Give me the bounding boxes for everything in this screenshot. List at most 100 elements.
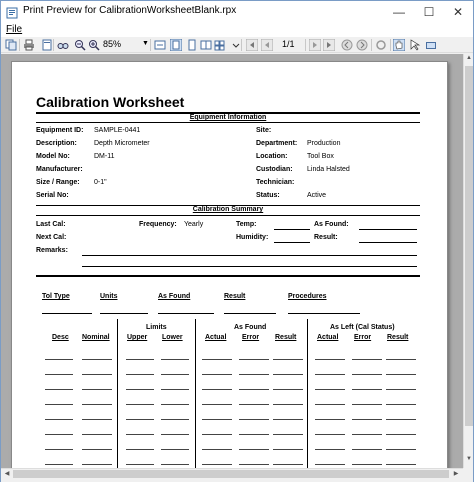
- maximize-button[interactable]: ☐: [414, 1, 444, 23]
- field-label: Equipment ID:: [36, 127, 84, 134]
- minimize-button[interactable]: —: [384, 1, 414, 23]
- column-header: Upper: [127, 334, 148, 341]
- entry-line: [161, 434, 189, 435]
- menu-file[interactable]: File: [6, 24, 22, 35]
- entry-line: [315, 434, 345, 435]
- zoom-out-icon[interactable]: [74, 39, 86, 51]
- entry-line: [202, 464, 232, 465]
- column-header: Tol Type: [42, 293, 70, 300]
- entry-line: [315, 389, 345, 390]
- remarks-label: Remarks:: [36, 247, 68, 254]
- entry-line: [239, 434, 269, 435]
- fit-page-icon[interactable]: [170, 39, 182, 51]
- entry-line: [288, 313, 360, 314]
- column-header: Units: [100, 293, 118, 300]
- entry-line: [273, 464, 303, 465]
- entry-line: [239, 419, 269, 420]
- copy-icon[interactable]: [5, 39, 17, 51]
- full-width-icon[interactable]: [154, 39, 166, 51]
- scroll-up-icon[interactable]: ▲: [465, 55, 473, 65]
- entry-line: [239, 449, 269, 450]
- entry-line: [386, 404, 416, 405]
- field-value: DM-11: [94, 153, 115, 160]
- preview-area: Calibration Worksheet Equipment Informat…: [1, 54, 463, 468]
- vertical-scroll-thumb[interactable]: [465, 66, 473, 426]
- page-setup-icon[interactable]: [41, 39, 53, 51]
- horizontal-scrollbar[interactable]: ◀ ▶: [1, 468, 463, 478]
- entry-line: [126, 419, 154, 420]
- entry-line: [315, 464, 345, 465]
- entry-line: [45, 404, 73, 405]
- field-label: Description:: [36, 140, 77, 147]
- single-page-icon[interactable]: [186, 39, 198, 51]
- entry-line: [202, 374, 232, 375]
- entry-line: [239, 404, 269, 405]
- entry-line: [161, 389, 189, 390]
- entry-line: [45, 359, 73, 360]
- field-value: SAMPLE-0441: [94, 127, 141, 134]
- entry-line: [352, 404, 382, 405]
- next-page-icon[interactable]: [309, 39, 321, 51]
- entry-line: [352, 374, 382, 375]
- entry-line: [386, 449, 416, 450]
- horizontal-scroll-thumb[interactable]: [13, 470, 449, 478]
- entry-line: [126, 434, 154, 435]
- last-page-icon[interactable]: [323, 39, 335, 51]
- entry-line: [352, 359, 382, 360]
- back-icon[interactable]: [341, 39, 353, 51]
- column-header: Lower: [162, 334, 183, 341]
- entry-line: [386, 434, 416, 435]
- multi-page-icon[interactable]: [200, 39, 212, 51]
- vertical-scrollbar[interactable]: ▲ ▼: [463, 54, 473, 468]
- field-value: Tool Box: [307, 153, 334, 160]
- find-icon[interactable]: [57, 39, 69, 51]
- entry-line: [161, 449, 189, 450]
- print-icon[interactable]: [23, 39, 35, 51]
- close-button[interactable]: ✕: [443, 1, 473, 23]
- scroll-down-icon[interactable]: ▼: [465, 456, 473, 466]
- field-label: Size / Range:: [36, 179, 80, 186]
- forward-icon[interactable]: [356, 39, 368, 51]
- page-indicator[interactable]: 1/1: [282, 39, 295, 49]
- column-header: Actual: [205, 334, 227, 341]
- entry-line: [161, 404, 189, 405]
- entry-line: [202, 359, 232, 360]
- entry-line: [386, 419, 416, 420]
- prev-page-icon[interactable]: [261, 39, 273, 51]
- entry-line: [126, 374, 154, 375]
- zoom-in-icon[interactable]: [88, 39, 100, 51]
- toolbar: [1, 37, 473, 53]
- entry-line: [158, 313, 214, 314]
- selection-tool-icon[interactable]: [409, 39, 421, 51]
- entry-line: [45, 419, 73, 420]
- frequency-label: Frequency:: [139, 221, 177, 228]
- entry-line: [315, 404, 345, 405]
- hand-tool-icon[interactable]: [393, 39, 405, 51]
- chevron-down-icon[interactable]: [230, 39, 240, 51]
- report-page: Calibration Worksheet Equipment Informat…: [11, 61, 448, 468]
- column-divider: [117, 319, 118, 468]
- zoom-combo[interactable]: 85%: [103, 39, 121, 49]
- entry-line: [273, 449, 303, 450]
- export-icon[interactable]: [425, 39, 437, 51]
- entry-line: [273, 359, 303, 360]
- entry-line: [273, 419, 303, 420]
- entry-line: [315, 374, 345, 375]
- entry-line: [82, 464, 112, 465]
- document-title: Calibration Worksheet: [36, 94, 185, 110]
- entry-line: [161, 359, 189, 360]
- entry-line: [161, 419, 189, 420]
- entry-line: [386, 389, 416, 390]
- print-preview-window: Print Preview for CalibrationWorksheetBl…: [0, 0, 474, 482]
- zoom-dropdown-icon[interactable]: ▼: [142, 40, 149, 47]
- column-header: Procedures: [288, 293, 327, 300]
- entry-line: [352, 434, 382, 435]
- entry-line: [82, 359, 112, 360]
- first-page-icon[interactable]: [246, 39, 258, 51]
- entry-line: [273, 404, 303, 405]
- calibration-section-title: Calibration Summary: [192, 206, 264, 213]
- field-label: Custodian:: [256, 166, 293, 173]
- app-icon: [6, 6, 18, 19]
- refresh-icon[interactable]: [375, 39, 387, 51]
- thumbnails-icon[interactable]: [214, 39, 226, 51]
